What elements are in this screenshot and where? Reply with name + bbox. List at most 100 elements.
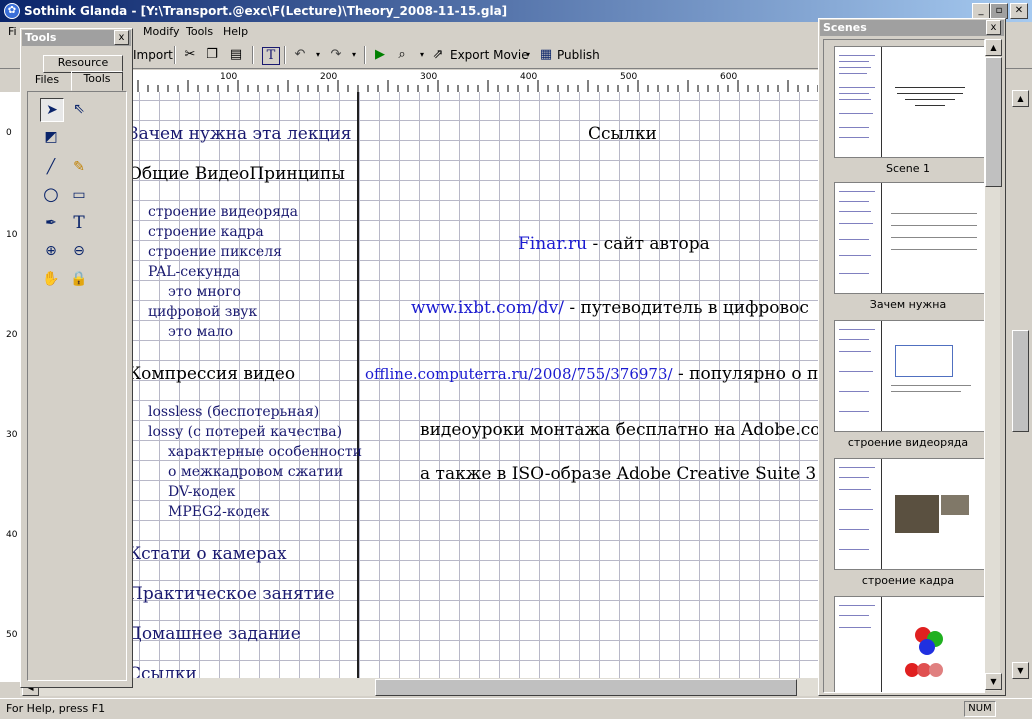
status-bar: For Help, press F1 NUM (0, 698, 1032, 719)
preview-dropdown-icon[interactable]: ▾ (414, 47, 430, 63)
redo-icon[interactable]: ↷ (328, 47, 344, 63)
link-finar[interactable]: Finar.ru (518, 234, 587, 254)
scene-thumbnail[interactable] (834, 458, 984, 570)
scene-thumbnail[interactable] (834, 320, 984, 432)
nav-link-sub[interactable]: характерные особенности (168, 444, 362, 460)
text-line: а также в ISO-образе Adobe Creative Suit… (420, 464, 844, 484)
menu-help[interactable]: Help (223, 25, 248, 38)
nav-link-sub[interactable]: lossless (беспотерьная) (148, 404, 319, 420)
line-icon[interactable]: ╱ (40, 156, 62, 178)
menu-file[interactable]: Fi (8, 25, 17, 38)
ellipse-icon[interactable]: ○ (40, 184, 62, 206)
ruler-label: 50 (6, 630, 18, 640)
import-button[interactable]: Import (133, 48, 173, 62)
nav-link-sub[interactable]: строение видеоряда (148, 204, 298, 220)
ruler-label: 30 (6, 430, 18, 440)
scrollbar-thumb[interactable] (1012, 330, 1029, 432)
scene-caption[interactable]: строение кадра (824, 574, 984, 587)
scenes-close-button[interactable]: x (986, 20, 1001, 35)
nav-link-sub[interactable]: DV-кодек (168, 484, 235, 500)
redo-dropdown-icon[interactable]: ▾ (346, 47, 362, 63)
export-movie-button[interactable]: Export Movie (450, 48, 529, 62)
export-movie-icon[interactable]: ⇗ (430, 47, 446, 63)
scenes-panel: Scenes x Scene 1 Зачем нужна строение ви… (818, 18, 1006, 696)
publish-icon[interactable]: ▦ (538, 47, 554, 63)
tab-files[interactable]: Files (27, 73, 67, 89)
nav-link-sub[interactable]: о межкадровом сжатии (168, 464, 343, 480)
scene-thumbnail[interactable] (834, 596, 984, 692)
play-icon[interactable]: ▶ (372, 47, 388, 63)
scene-caption[interactable]: строение видеоряда (824, 436, 984, 449)
publish-button[interactable]: Publish (557, 48, 600, 62)
scenes-scroll-down[interactable]: ▼ (985, 673, 1002, 690)
scroll-up-button[interactable]: ▲ (1012, 90, 1029, 107)
tools-close-button[interactable]: x (114, 30, 129, 45)
scenes-list: Scene 1 Зачем нужна строение видеоряда с… (823, 39, 985, 693)
link-row: Finar.ru - сайт автора (518, 234, 710, 254)
export-dropdown-icon[interactable]: ▾ (520, 47, 536, 63)
zoom-out-icon[interactable]: ⊖ (68, 240, 90, 262)
rectangle-icon[interactable]: ▭ (68, 184, 90, 206)
scroll-down-button[interactable]: ▼ (1012, 662, 1029, 679)
restore-button[interactable]: ▫ (990, 3, 1008, 19)
thumb-photo (895, 495, 939, 533)
nav-link-sub[interactable]: цифровой звук (148, 304, 257, 320)
subselect-icon[interactable]: ⇖ (68, 98, 90, 120)
pencil-icon[interactable]: ✎ (68, 156, 90, 178)
text-icon[interactable]: T (68, 212, 90, 234)
horizontal-scrollbar[interactable]: ◀ (20, 678, 818, 696)
thumb-circle-red (929, 663, 943, 677)
link-ixbt[interactable]: www.ixbt.com/dv/ (411, 298, 564, 318)
nav-link-sub[interactable]: MPEG2-кодек (168, 504, 270, 520)
tab-tools[interactable]: Tools (71, 71, 123, 91)
tools-panel-title: Tools (25, 31, 57, 44)
scenes-scrollbar[interactable]: ▲ ▼ (985, 39, 1002, 691)
nav-link-cameras[interactable]: Кстати о камерах (128, 544, 287, 564)
app-icon[interactable]: ✿ (4, 3, 20, 19)
nav-link-sub[interactable]: lossy (с потерей качества) (148, 424, 342, 440)
close-button[interactable]: ✕ (1010, 3, 1028, 19)
scenes-panel-titlebar[interactable]: Scenes x (820, 20, 1004, 36)
nav-link-practice[interactable]: Практическое занятие (128, 584, 335, 604)
preview-icon[interactable]: ⌕ (394, 47, 410, 63)
nav-link-compression[interactable]: Компрессия видео (128, 364, 295, 384)
nav-link-sub[interactable]: PAL-секунда (148, 264, 240, 280)
minimize-button[interactable]: _ (972, 3, 990, 19)
toolbar-separator (284, 46, 286, 64)
scene-caption[interactable]: Зачем нужна (824, 298, 984, 311)
nav-link-why[interactable]: Зачем нужна эта лекция (128, 124, 351, 144)
menu-modify[interactable]: Modify (143, 25, 179, 38)
cut-icon[interactable]: ✂ (182, 47, 198, 63)
tools-panel-titlebar[interactable]: Tools x (22, 30, 131, 46)
slide-heading: Ссылки (588, 124, 657, 144)
text-tool-icon[interactable]: T (262, 47, 280, 65)
transform-icon[interactable]: ◩ (40, 126, 62, 148)
zoom-in-icon[interactable]: ⊕ (40, 240, 62, 262)
hand-icon[interactable]: ✋ (40, 268, 62, 290)
nav-link-sub[interactable]: строение пикселя (148, 244, 282, 260)
nav-link-homework[interactable]: Домашнее задание (128, 624, 301, 644)
copy-icon[interactable]: ❐ (204, 47, 220, 63)
ruler-label: 300 (420, 72, 438, 82)
scenes-scroll-thumb[interactable] (985, 57, 1002, 187)
pen-icon[interactable]: ✒ (40, 212, 62, 234)
h-scrollbar-thumb[interactable] (375, 679, 797, 696)
scene-caption[interactable]: Scene 1 (824, 162, 984, 175)
nav-link-sub[interactable]: это много (168, 284, 241, 300)
nav-link-sub[interactable]: строение кадра (148, 224, 264, 240)
toolbar-separator (364, 46, 366, 64)
nav-link-sub[interactable]: это мало (168, 324, 233, 340)
scenes-scroll-up[interactable]: ▲ (985, 39, 1002, 56)
tab-files-label: Files (34, 73, 60, 86)
undo-dropdown-icon[interactable]: ▾ (310, 47, 326, 63)
nav-link-principles[interactable]: Общие ВидеоПринципы (128, 164, 345, 184)
paste-icon[interactable]: ▤ (228, 47, 244, 63)
lock-icon[interactable]: 🔒 (68, 268, 90, 290)
scene-thumbnail[interactable] (834, 182, 984, 294)
select-arrow-icon[interactable]: ➤ (40, 98, 64, 122)
menu-tools[interactable]: Tools (186, 25, 213, 38)
link-computerra[interactable]: offline.computerra.ru/2008/755/376973/ (365, 365, 673, 383)
ruler-label: 0 (6, 128, 12, 138)
undo-icon[interactable]: ↶ (292, 47, 308, 63)
scene-thumbnail[interactable] (834, 46, 984, 158)
